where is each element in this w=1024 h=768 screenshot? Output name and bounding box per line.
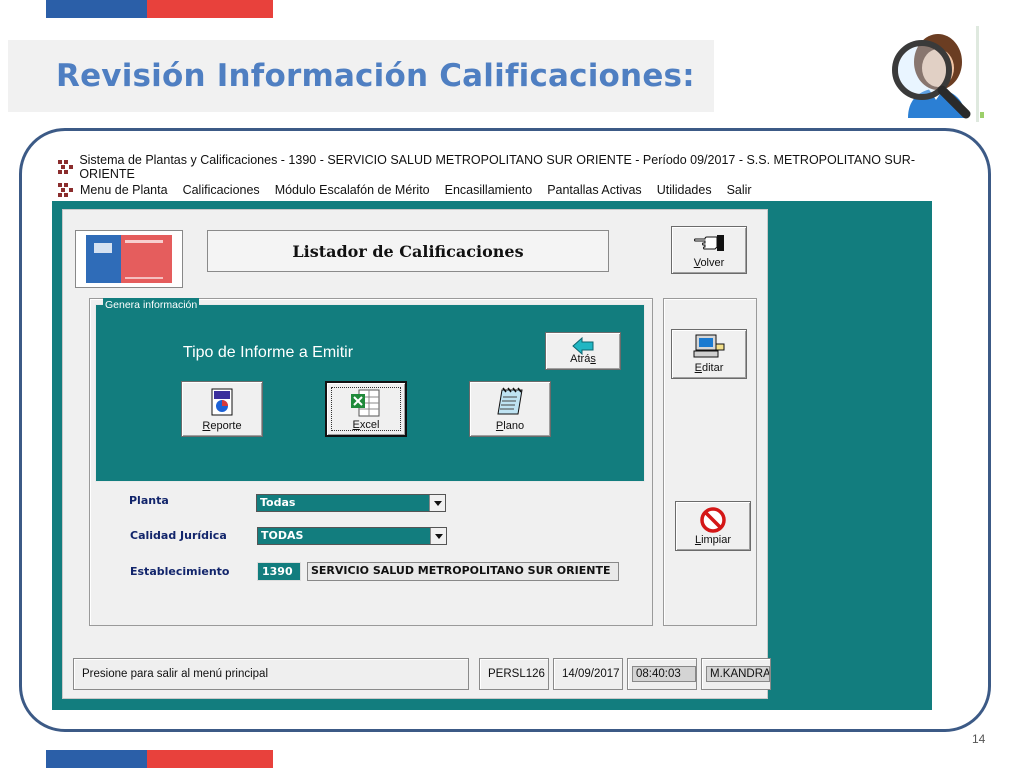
calidad-juridica-select[interactable]: TODAS (257, 527, 447, 545)
menu-item-menu-de-planta[interactable]: Menu de Planta (80, 183, 168, 197)
chevron-down-icon[interactable] (429, 495, 445, 511)
bottom-accent-bar (46, 750, 273, 768)
excel-button[interactable]: Excel (325, 381, 407, 437)
reporte-label: eporte (210, 420, 242, 432)
menu-item-modulo-escalafon[interactable]: Módulo Escalafón de Mérito (275, 183, 430, 197)
app-system-icon[interactable] (58, 160, 73, 174)
excel-icon (351, 389, 380, 417)
limpiar-button[interactable]: Limpiar (675, 501, 751, 551)
chevron-down-icon[interactable] (430, 528, 446, 544)
menu-item-pantallas-activas[interactable]: Pantallas Activas (547, 183, 642, 197)
computer-icon (693, 334, 725, 358)
atras-button[interactable]: Atrás (545, 332, 621, 370)
app-titlebar: Sistema de Plantas y Calificaciones - 13… (52, 153, 932, 181)
status-message: Presione para salir al menú principal (73, 658, 469, 690)
editar-underlined: E (694, 362, 702, 374)
menu-item-salir[interactable]: Salir (727, 183, 752, 197)
menu-item-encasillamiento[interactable]: Encasillamiento (445, 183, 533, 197)
form-title: Listador de Calificaciones (207, 230, 609, 272)
reporte-button[interactable]: Reporte (181, 381, 263, 437)
accent-blue (46, 750, 147, 768)
pointing-hand-icon (694, 235, 724, 251)
report-icon (211, 388, 233, 416)
accent-red (147, 750, 273, 768)
status-date: 14/09/2017 (553, 658, 623, 690)
app-title: Sistema de Plantas y Calificaciones - 13… (79, 153, 915, 181)
editar-label: ditar (701, 362, 724, 374)
slide-title: Revisión Información Calificaciones: (56, 58, 695, 94)
status-user: PERSL126 (479, 658, 549, 690)
no-entry-icon (700, 507, 726, 533)
volver-button[interactable]: Volver (671, 226, 747, 274)
top-accent-bar (46, 0, 273, 18)
status-time: 08:40:03 (632, 666, 696, 682)
menu-item-calificaciones[interactable]: Calificaciones (183, 183, 260, 197)
plano-button[interactable]: Plano (469, 381, 551, 437)
group-heading: Tipo de Informe a Emitir (182, 344, 354, 361)
accent-red (147, 0, 273, 18)
establecimiento-label: Establecimiento (130, 565, 230, 578)
establecimiento-code[interactable]: 1390 (257, 562, 301, 581)
left-arrow-icon (572, 337, 594, 355)
limpiar-label: impiar (701, 534, 732, 546)
status-operator-panel: M.KANDRAD (701, 658, 771, 690)
plano-label: lano (503, 420, 525, 432)
planta-select[interactable]: Todas (256, 494, 446, 512)
volver-label: olver (700, 257, 725, 269)
mdi-workspace: Listador de Calificaciones Volver Editar… (52, 201, 932, 710)
notepad-icon (497, 387, 523, 415)
accent-blue (46, 0, 147, 18)
menu-item-utilidades[interactable]: Utilidades (657, 183, 712, 197)
listador-form: Listador de Calificaciones Volver Editar… (62, 209, 771, 699)
ministerio-logo (75, 230, 183, 288)
user-magnifier-icon (892, 26, 984, 122)
menu-system-icon[interactable] (58, 183, 74, 197)
status-operator: M.KANDRAD (706, 666, 770, 682)
group-label: Genera información (103, 298, 200, 312)
planta-label: Planta (129, 494, 169, 507)
app-window: Sistema de Plantas y Calificaciones - 13… (52, 153, 932, 710)
calidad-juridica-label: Calidad Jurídica (130, 529, 227, 542)
calidad-juridica-value: TODAS (261, 529, 304, 542)
menu-bar: Menu de Planta Calificaciones Módulo Esc… (52, 179, 932, 201)
page-number: 14 (972, 732, 986, 746)
establecimiento-name: SERVICIO SALUD METROPOLITANO SUR ORIENTE (307, 562, 619, 581)
planta-value: Todas (260, 496, 296, 509)
status-time-panel: 08:40:03 (627, 658, 697, 690)
editar-button[interactable]: Editar (671, 329, 747, 379)
